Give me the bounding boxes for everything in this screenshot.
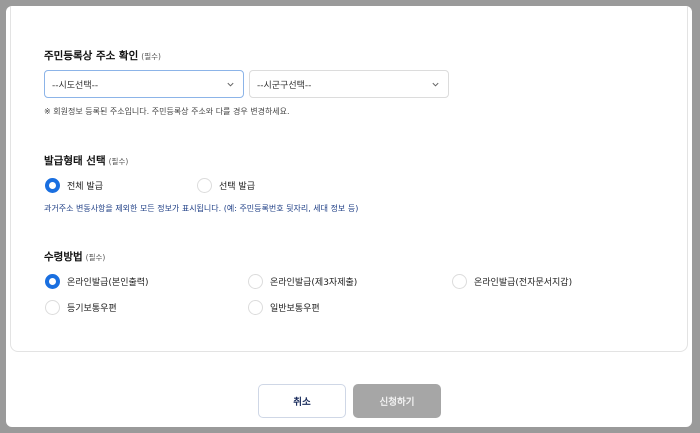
sigungu-select[interactable]: --시군구선택-- xyxy=(249,70,449,98)
required-marker: (필수) xyxy=(85,253,106,262)
chevron-down-icon xyxy=(432,82,439,87)
radio-registered-mail[interactable]: 등기보통우편 xyxy=(45,299,117,315)
issue-type-note: 과거주소 변동사항을 제외한 모든 정보가 표시됩니다. (예: 주민등록번호 … xyxy=(44,204,359,213)
radio-label: 온라인발급(본인출력) xyxy=(67,277,149,288)
radio-unchecked-icon[interactable] xyxy=(248,299,263,315)
sigungu-select-value: --시군구선택-- xyxy=(257,80,312,91)
radio-unchecked-icon[interactable] xyxy=(452,273,467,289)
radio-checked-icon[interactable] xyxy=(45,273,60,289)
radio-unchecked-icon[interactable] xyxy=(45,299,60,315)
radio-checked-icon[interactable] xyxy=(45,177,60,193)
radio-label: 온라인발급(제3자제출) xyxy=(270,277,358,288)
radio-full-issue[interactable]: 전체 발급 xyxy=(45,177,103,193)
radio-label: 일반보통우편 xyxy=(270,303,320,314)
application-dialog: 주민등록상 주소 확인 (필수) --시도선택-- --시군구선택-- ※ 회원정… xyxy=(6,6,692,427)
chevron-down-icon xyxy=(227,82,234,87)
radio-label: 전체 발급 xyxy=(67,181,103,192)
receipt-title-text: 수령방법 xyxy=(44,251,83,263)
issue-type-title-text: 발급형태 선택 xyxy=(44,155,106,167)
radio-partial-issue[interactable]: 선택 발급 xyxy=(197,177,255,193)
radio-unchecked-icon[interactable] xyxy=(197,177,212,193)
radio-label: 등기보통우편 xyxy=(67,303,117,314)
issue-type-section-title: 발급형태 선택 (필수) xyxy=(44,153,128,168)
required-marker: (필수) xyxy=(141,52,161,61)
address-section-title: 주민등록상 주소 확인 (필수) xyxy=(44,48,161,63)
required-marker: (필수) xyxy=(108,157,129,166)
submit-button[interactable]: 신청하기 xyxy=(353,384,441,418)
sido-select[interactable]: --시도선택-- xyxy=(44,70,244,98)
cancel-button[interactable]: 취소 xyxy=(258,384,346,418)
radio-label: 온라인발급(전자문서지갑) xyxy=(474,277,573,288)
radio-online-self[interactable]: 온라인발급(본인출력) xyxy=(45,273,149,289)
address-title-text: 주민등록상 주소 확인 xyxy=(44,50,139,62)
address-note: ※ 회원정보 등록된 주소입니다. 주민등록상 주소와 다를 경우 변경하세요. xyxy=(44,107,290,116)
sido-select-value: --시도선택-- xyxy=(52,80,99,91)
radio-online-e-wallet[interactable]: 온라인발급(전자문서지갑) xyxy=(452,273,572,289)
receipt-section-title: 수령방법 (필수) xyxy=(44,249,105,264)
radio-label: 선택 발급 xyxy=(219,181,255,192)
radio-unchecked-icon[interactable] xyxy=(248,273,263,289)
radio-online-third-party[interactable]: 온라인발급(제3자제출) xyxy=(248,273,357,289)
radio-regular-mail[interactable]: 일반보통우편 xyxy=(248,299,320,315)
